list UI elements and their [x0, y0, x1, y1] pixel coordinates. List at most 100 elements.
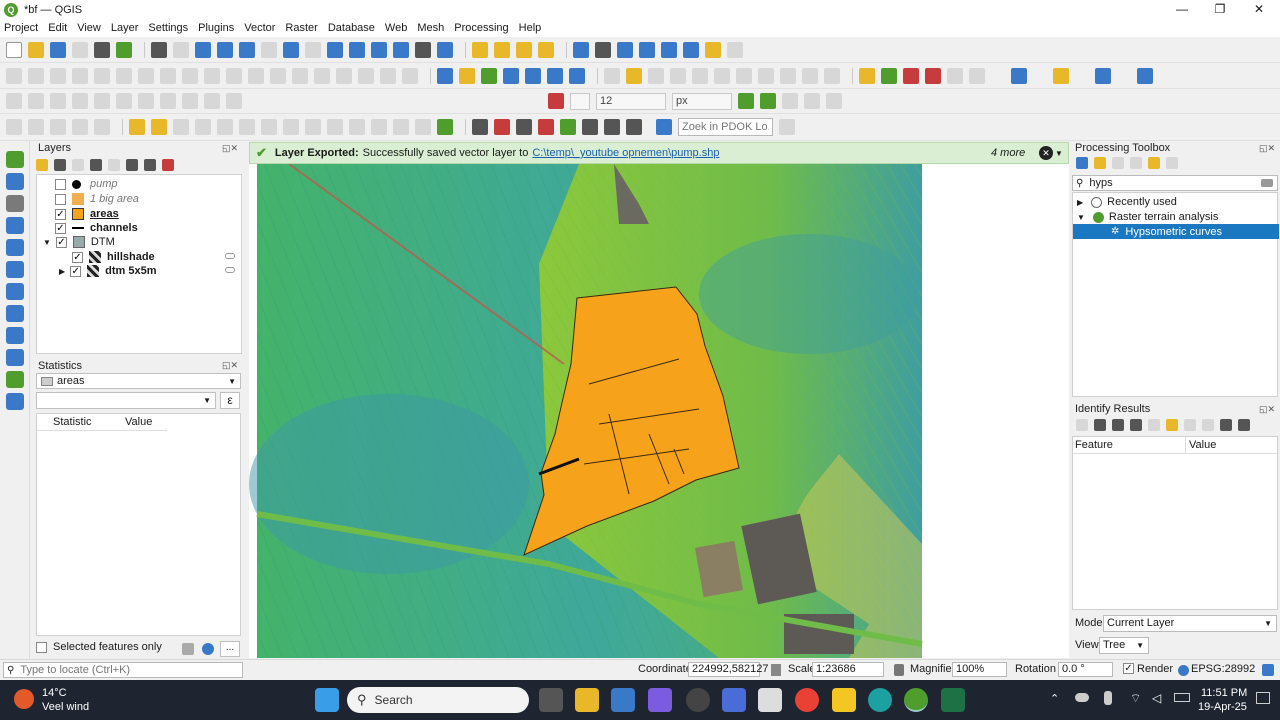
add-wms-layer-icon[interactable]: [6, 305, 24, 322]
trim-extend-icon[interactable]: [780, 67, 796, 84]
scale-snap-icon[interactable]: [826, 93, 842, 109]
save-project-icon[interactable]: [50, 41, 66, 58]
chevron-down-icon[interactable]: ▼: [43, 238, 51, 247]
panel-float-close-icon[interactable]: ◱✕: [222, 143, 238, 154]
measure-icon[interactable]: [661, 41, 677, 58]
github-icon[interactable]: [686, 688, 710, 712]
add-virtual-layer-icon[interactable]: [6, 283, 24, 300]
layout-manager-icon[interactable]: [472, 119, 488, 135]
panel-float-close-icon[interactable]: ◱✕: [1259, 143, 1275, 154]
annotation-icon[interactable]: [705, 41, 721, 58]
tree-item-raster-terrain-analysis[interactable]: ▼ Raster terrain analysis: [1077, 210, 1218, 224]
simplify-icon[interactable]: [270, 67, 286, 84]
chevron-down-icon[interactable]: ▼: [1055, 149, 1063, 158]
chrome-icon[interactable]: [795, 688, 819, 712]
new-geopackage-icon[interactable]: [459, 67, 475, 84]
rectangle-annotation-icon[interactable]: [204, 93, 220, 109]
move-annotation-icon[interactable]: [94, 93, 110, 109]
map-canvas[interactable]: [249, 164, 1069, 658]
change-label-icon[interactable]: [969, 67, 985, 84]
volume-icon[interactable]: ◁: [1152, 691, 1161, 705]
add-part-icon[interactable]: [314, 67, 330, 84]
mesh-digitize-icon[interactable]: [173, 119, 189, 135]
results-viewer-icon[interactable]: [1130, 157, 1142, 169]
layer-row-channels[interactable]: ✓ channels: [55, 221, 138, 235]
manage-themes-icon[interactable]: [72, 159, 84, 171]
expand-tree-icon[interactable]: [1094, 419, 1106, 431]
layer-row-pump[interactable]: pump: [55, 177, 118, 191]
rotate-feature-icon[interactable]: [248, 67, 264, 84]
layer-tree-tool-icon[interactable]: [626, 119, 642, 135]
maximize-button[interactable]: ❐: [1201, 0, 1239, 19]
select-by-expression-icon[interactable]: [494, 41, 510, 58]
copilot-icon[interactable]: [648, 688, 672, 712]
add-vector-layer-icon[interactable]: [481, 67, 497, 84]
selected-only-row[interactable]: Selected features only: [36, 641, 162, 653]
undo-icon[interactable]: [182, 67, 198, 84]
selected-only-checkbox[interactable]: [36, 641, 47, 653]
style-manager-icon[interactable]: [116, 41, 132, 58]
processing-toolbox-icon[interactable]: [617, 41, 633, 58]
app-icon[interactable]: [611, 688, 635, 712]
add-wfs-icon[interactable]: [547, 67, 563, 84]
rectangle-icon[interactable]: [72, 119, 88, 135]
svg-annotation-icon[interactable]: [72, 93, 88, 109]
models-icon[interactable]: [1076, 157, 1088, 169]
circle-icon[interactable]: [94, 119, 110, 135]
taskbar-search[interactable]: ⚲ Search: [347, 687, 529, 713]
vertex-tool-icon[interactable]: [72, 67, 88, 84]
metasearch-icon[interactable]: [1011, 67, 1027, 84]
chrome-profile-icon[interactable]: [868, 688, 892, 712]
add-raster-layer-icon[interactable]: [503, 67, 519, 84]
chevron-up-icon[interactable]: ⌃: [1050, 692, 1059, 705]
text-annotation-icon[interactable]: [6, 93, 22, 109]
menu-project[interactable]: Project: [4, 22, 38, 34]
mesh-select-icon[interactable]: [239, 119, 255, 135]
excel-icon[interactable]: [941, 688, 965, 712]
snap-unit-dropdown[interactable]: px: [672, 92, 732, 110]
tree-item-hypsometric-curves[interactable]: ✲ Hypsometric curves: [1073, 224, 1279, 239]
expand-new-icon[interactable]: [1130, 419, 1142, 431]
menu-plugins[interactable]: Plugins: [198, 22, 234, 34]
magnet-snap-icon[interactable]: [548, 93, 564, 109]
python-console-icon[interactable]: [1053, 67, 1069, 84]
settings-gear-icon[interactable]: [727, 41, 743, 58]
locator-input[interactable]: [20, 664, 221, 676]
marker-annotation-icon[interactable]: [226, 93, 242, 109]
temporal-controller-icon[interactable]: [415, 41, 431, 58]
weather-temp[interactable]: 14°C: [42, 687, 67, 699]
line-annotation-icon[interactable]: [138, 93, 154, 109]
move-label-icon[interactable]: [947, 67, 963, 84]
crs-label[interactable]: EPSG:28992: [1191, 663, 1255, 675]
clear-results-icon[interactable]: [1148, 419, 1160, 431]
close-button[interactable]: ✕: [1240, 0, 1278, 19]
map-tips-icon[interactable]: [683, 41, 699, 58]
copy-icon[interactable]: [182, 643, 194, 655]
topology-editing-icon[interactable]: [738, 93, 754, 109]
more-messages-link[interactable]: 4 more: [991, 147, 1025, 159]
select-by-location-icon[interactable]: [538, 41, 554, 58]
statistics-sigma-icon[interactable]: [639, 41, 655, 58]
messages-icon[interactable]: [1262, 664, 1274, 676]
form-annotation-icon[interactable]: [28, 93, 44, 109]
print-response-icon[interactable]: [1202, 419, 1214, 431]
add-xyz-icon[interactable]: [569, 67, 585, 84]
ellipse-icon[interactable]: [50, 119, 66, 135]
mesh-interpolate-icon[interactable]: [393, 119, 409, 135]
digitize-curve-icon[interactable]: [604, 67, 620, 84]
mode-select[interactable]: Current Layer ▼: [1103, 615, 1277, 632]
mesh-vertex-icon[interactable]: [195, 119, 211, 135]
identify-mode-icon[interactable]: [1238, 419, 1250, 431]
zoom-out-icon[interactable]: [217, 41, 233, 58]
select-feature-icon[interactable]: [1166, 419, 1178, 431]
new-project-icon[interactable]: [6, 41, 22, 58]
weather-desc[interactable]: Veel wind: [42, 701, 89, 713]
deselect-icon[interactable]: [516, 41, 532, 58]
add-group-icon[interactable]: [54, 159, 66, 171]
add-wms-icon[interactable]: [525, 67, 541, 84]
save-edits-icon[interactable]: [28, 67, 44, 84]
plugin-manager-icon[interactable]: [1095, 67, 1111, 84]
mesh-elevation-icon[interactable]: [371, 119, 387, 135]
menu-raster[interactable]: Raster: [285, 22, 317, 34]
open-form-icon[interactable]: [1076, 419, 1088, 431]
